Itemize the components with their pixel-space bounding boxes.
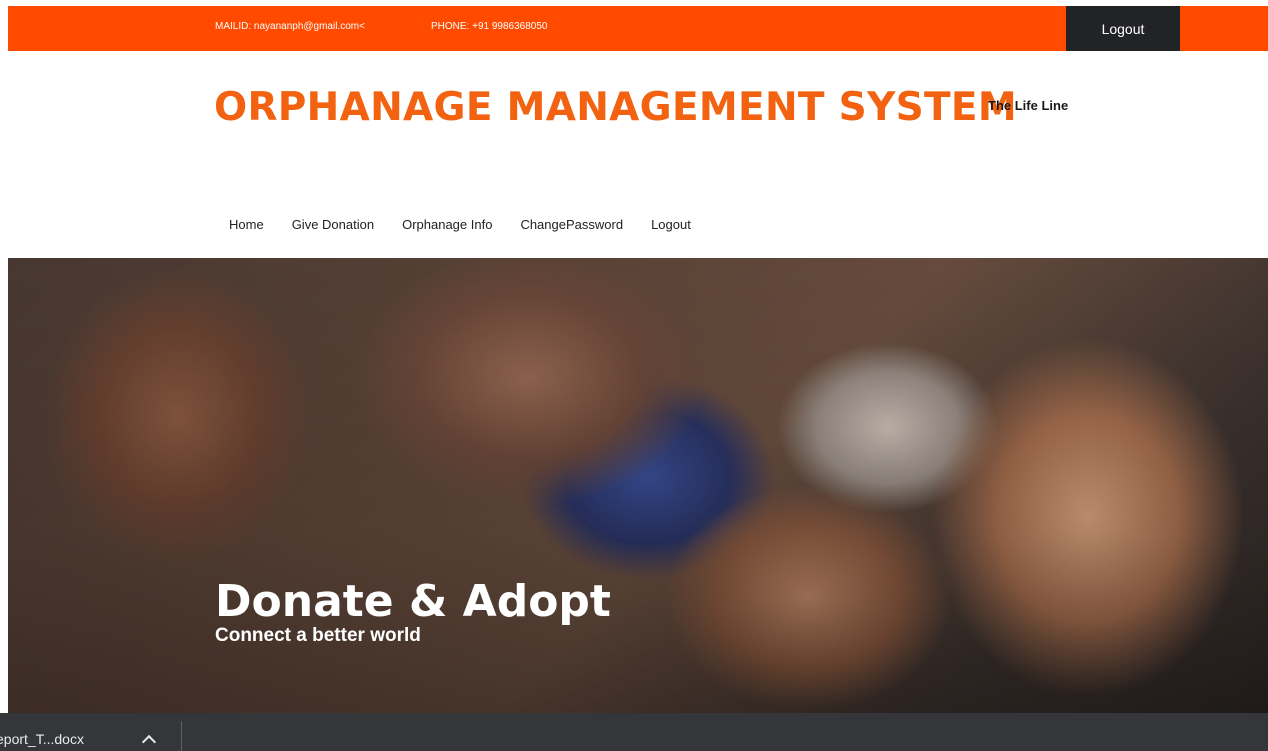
site-title: ORPHANAGE MANAGEMENT SYSTEM: [214, 85, 1017, 130]
nav-logout[interactable]: Logout: [651, 217, 691, 232]
top-logout-button[interactable]: Logout: [1066, 6, 1180, 51]
hero-subline: Connect a better world: [215, 625, 421, 646]
nav-give-donation[interactable]: Give Donation: [292, 217, 374, 232]
hero-headline: Donate & Adopt: [215, 576, 611, 627]
contact-phone: PHONE: +91 9986368050: [431, 21, 548, 32]
hero-banner: Donate & Adopt Connect a better world: [8, 258, 1268, 713]
site-tagline: The Life Line: [988, 98, 1069, 113]
download-divider: [181, 721, 182, 751]
chevron-up-icon[interactable]: [141, 734, 157, 750]
main-nav: Home Give Donation Orphanage Info Change…: [229, 217, 719, 232]
download-bar: eport_T...docx: [0, 713, 1268, 751]
hero-image: [8, 258, 1268, 713]
download-item-label[interactable]: eport_T...docx: [0, 731, 84, 747]
contact-email: MAILID: nayananph@gmail.com<: [215, 21, 365, 32]
nav-home[interactable]: Home: [229, 217, 264, 232]
top-bar: MAILID: nayananph@gmail.com< PHONE: +91 …: [8, 6, 1268, 51]
nav-orphanage-info[interactable]: Orphanage Info: [402, 217, 492, 232]
nav-change-password[interactable]: ChangePassword: [520, 217, 623, 232]
